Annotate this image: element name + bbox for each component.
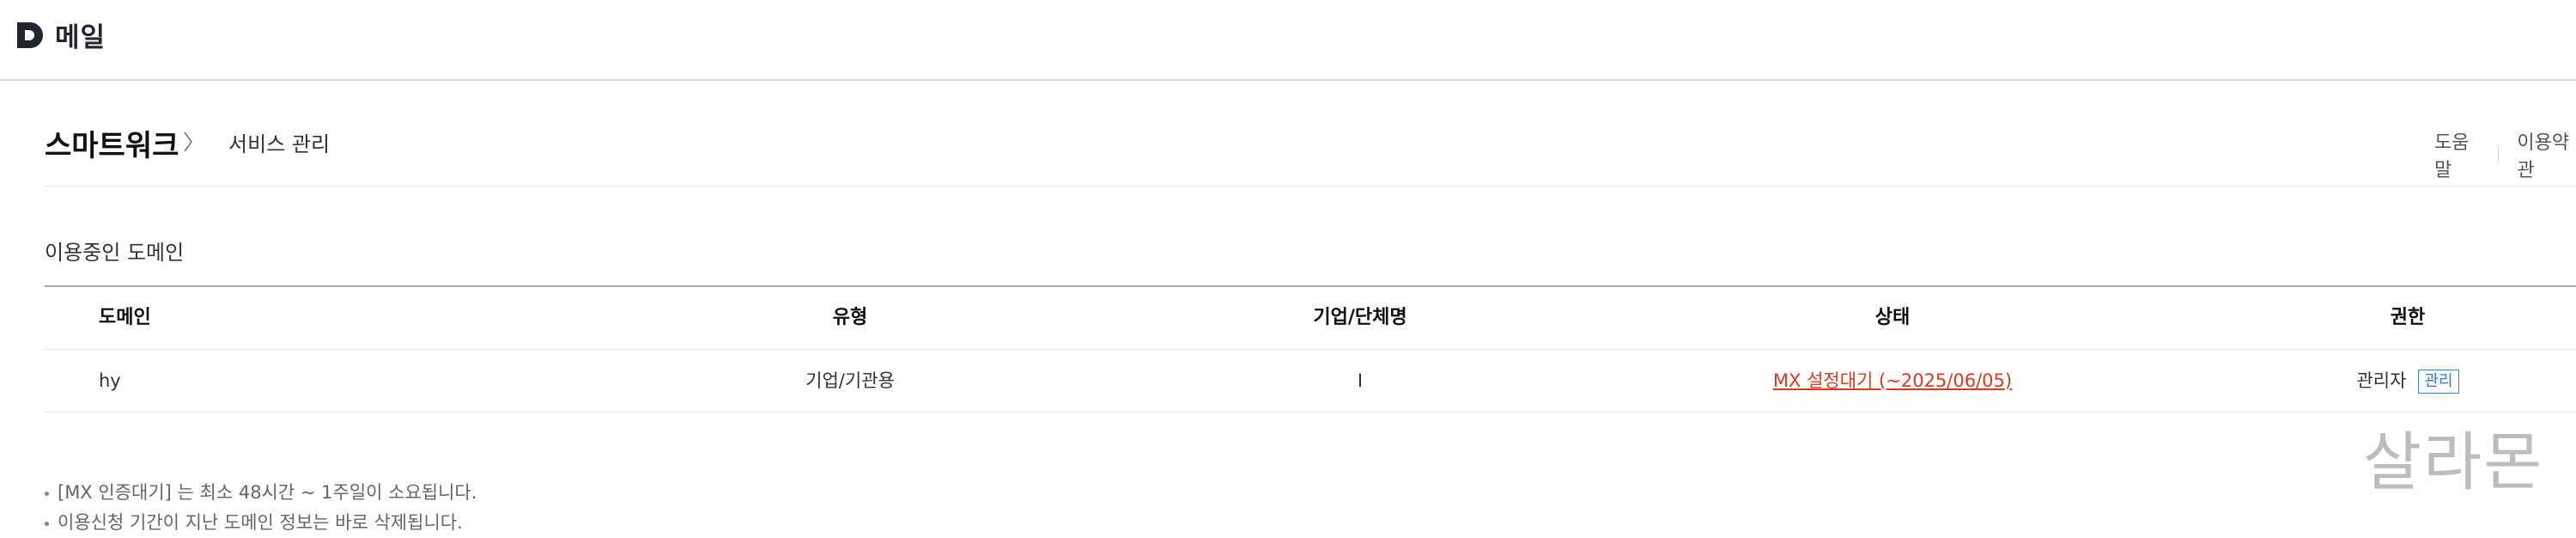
top-header: 메일 bbox=[0, 0, 2576, 81]
breadcrumb-root[interactable]: 스마트워크 bbox=[45, 122, 179, 164]
chevron-right-icon bbox=[184, 131, 192, 152]
note-item: [MX 인증대기] 는 최소 48시간 ~ 1주일이 소요됩니다. bbox=[45, 478, 477, 508]
role-label: 관리자 bbox=[2356, 370, 2407, 391]
terms-link[interactable]: 이용약관 bbox=[2517, 127, 2576, 182]
domain-table: 도메인 유형 기업/단체명 상태 권한 hy 기업/기관용 I MX 설정대기 … bbox=[45, 285, 2576, 413]
table-header-row: 도메인 유형 기업/단체명 상태 권한 bbox=[45, 287, 2576, 350]
note-text: 이용신청 기간이 지난 도메인 정보는 바로 삭제됩니다. bbox=[58, 512, 463, 533]
breadcrumb: 스마트워크 서비스 관리 도움말 이용약관 bbox=[45, 115, 2576, 186]
daum-mail-logo[interactable]: 메일 bbox=[15, 15, 106, 54]
manage-button[interactable]: 관리 bbox=[2418, 370, 2459, 394]
column-header-permission: 권한 bbox=[2390, 307, 2426, 328]
column-header-type: 유형 bbox=[832, 307, 868, 328]
status-link[interactable]: MX 설정대기 (~2025/06/05) bbox=[1773, 370, 2012, 391]
top-links: 도움말 이용약관 bbox=[2434, 127, 2576, 182]
domain-cell: hy bbox=[99, 370, 121, 391]
org-cell: I bbox=[1357, 370, 1364, 391]
link-divider bbox=[2497, 147, 2499, 162]
column-header-domain: 도메인 bbox=[99, 307, 151, 328]
breadcrumb-current: 서비스 관리 bbox=[228, 132, 331, 156]
section-title: 이용중인 도메인 bbox=[45, 241, 185, 265]
daum-d-icon bbox=[17, 21, 43, 48]
note-text: [MX 인증대기] 는 최소 48시간 ~ 1주일이 소요됩니다. bbox=[58, 482, 477, 503]
column-header-org: 기업/단체명 bbox=[1313, 307, 1407, 328]
table-row: hy 기업/기관용 I MX 설정대기 (~2025/06/05) 관리자 관리 bbox=[45, 350, 2576, 413]
logo-text: 메일 bbox=[55, 22, 106, 53]
notes: [MX 인증대기] 는 최소 48시간 ~ 1주일이 소요됩니다. 이용신청 기… bbox=[45, 478, 477, 538]
bullet-icon bbox=[45, 521, 49, 526]
column-header-status: 상태 bbox=[1874, 307, 1911, 328]
bullet-icon bbox=[45, 491, 49, 496]
permission-cell: 관리자 관리 bbox=[2305, 350, 2511, 412]
status-cell: MX 설정대기 (~2025/06/05) bbox=[1712, 350, 2073, 412]
type-cell: 기업/기관용 bbox=[805, 370, 895, 391]
help-link[interactable]: 도움말 bbox=[2434, 127, 2479, 182]
watermark-text: 살라몬 bbox=[2363, 425, 2544, 499]
